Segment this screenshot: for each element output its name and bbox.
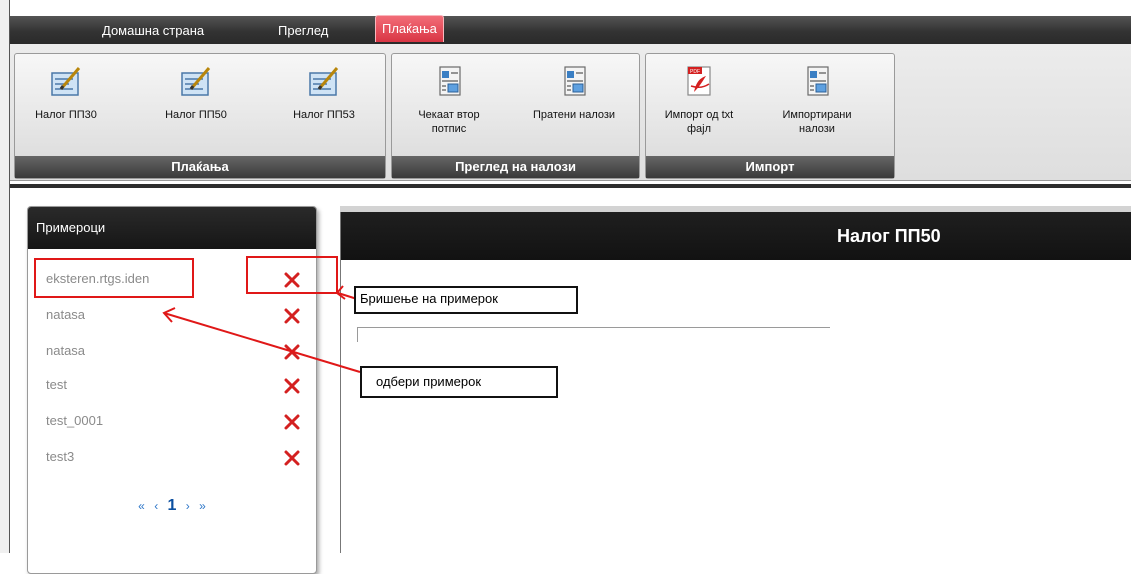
annotation-delete-sample: Бришење на примерок	[354, 286, 578, 314]
annotation-select-sample: одбери примерок	[360, 366, 558, 398]
annotation-arrows	[162, 285, 361, 373]
